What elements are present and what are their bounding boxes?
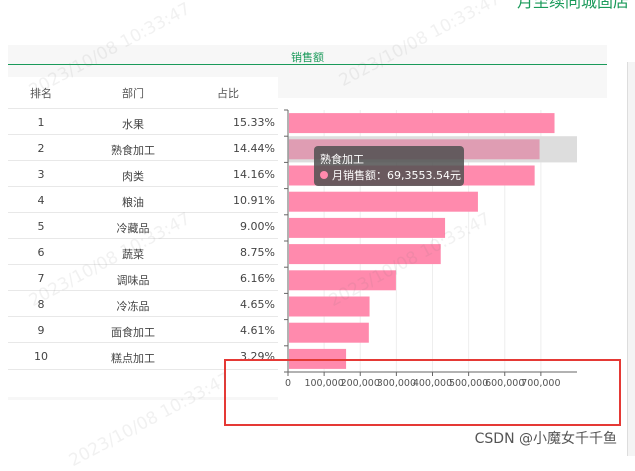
bar[interactable] [289,217,446,238]
bar[interactable] [289,322,369,343]
bar[interactable] [289,270,396,291]
tooltip-series-dot [320,171,328,179]
red-highlight-annotation [224,359,621,426]
bar[interactable] [289,296,370,317]
bar[interactable] [289,244,441,265]
tooltip-title: 熟食加工 [320,153,364,166]
footer-credit: CSDN @小魔女千千鱼 [474,431,617,447]
chart-tooltip: 熟食加工 月销售额：69,3553.54元 [314,146,464,186]
tooltip-value: 月销售额：69,3553.54元 [332,169,461,182]
bar[interactable] [289,191,478,212]
bar[interactable] [289,113,555,134]
